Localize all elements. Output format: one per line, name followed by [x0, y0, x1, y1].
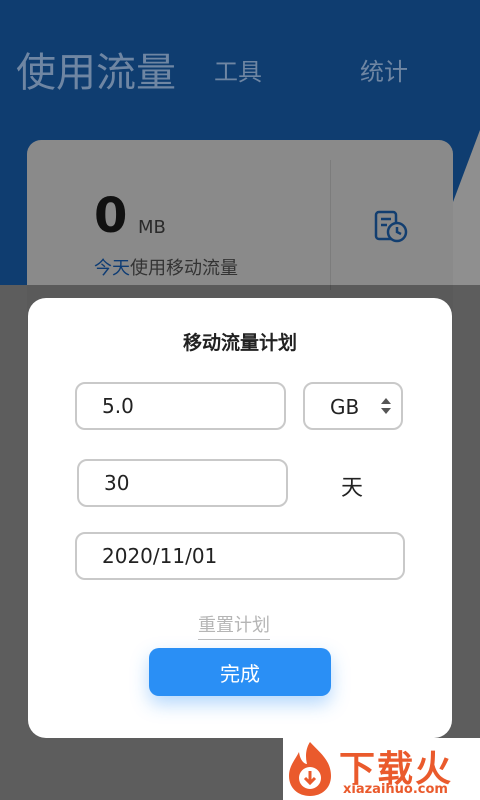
usage-caption: 今天使用移动流量 — [94, 254, 238, 280]
start-date-input[interactable] — [75, 532, 405, 580]
usage-unit: MB — [138, 217, 166, 238]
data-plan-dialog: 移动流量计划 GB 天 重置计划 完成 — [28, 298, 452, 738]
watermark-url: xiazaihuo.com — [343, 782, 448, 797]
tab-tools[interactable]: 工具 — [214, 52, 262, 87]
usage-caption-highlight: 今天 — [94, 258, 130, 279]
dialog-title: 移动流量计划 — [182, 332, 297, 354]
usage-caption-text: 使用移动流量 — [130, 258, 238, 279]
usage-value: 0 — [94, 188, 128, 244]
unit-select[interactable]: GB — [303, 382, 403, 430]
reset-plan-link[interactable]: 重置计划 — [198, 611, 270, 640]
data-limit-input[interactable] — [75, 382, 286, 430]
flame-logo-icon — [289, 742, 331, 796]
tab-stats[interactable]: 统计 — [360, 52, 408, 87]
tab-usage[interactable]: 使用流量 — [16, 40, 176, 98]
watermark-logo: 下载火 xiazaihuo.com — [283, 738, 480, 800]
days-suffix: 天 — [341, 476, 364, 501]
history-clock-icon[interactable] — [373, 208, 409, 244]
days-input[interactable] — [77, 459, 288, 507]
card-divider — [330, 160, 331, 290]
sort-updown-icon — [381, 398, 391, 414]
unit-select-value: GB — [330, 395, 360, 419]
done-button[interactable]: 完成 — [149, 648, 331, 696]
